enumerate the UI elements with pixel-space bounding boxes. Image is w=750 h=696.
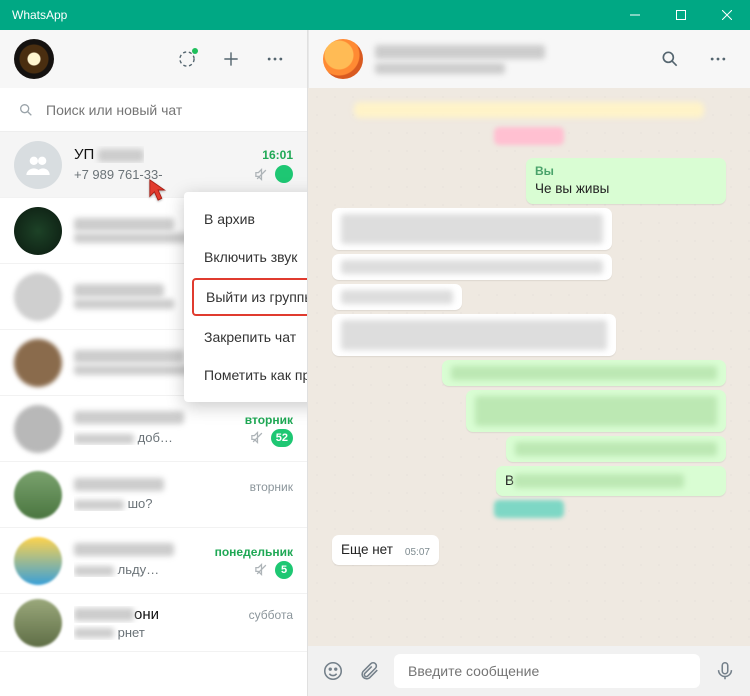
menu-item-archive[interactable]: В архив	[184, 200, 307, 238]
message-in[interactable]	[332, 284, 462, 310]
chat-time: понедельник	[215, 545, 293, 559]
context-menu: В архив Включить звук Выйти из группы За…	[184, 192, 307, 402]
chat-item[interactable]: вторник доб… 52	[0, 396, 307, 462]
chat-avatar	[14, 207, 62, 255]
menu-item-unmute[interactable]: Включить звук	[184, 238, 307, 276]
messages-area[interactable]: Вы Че вы живы В Еще нет 05:07	[308, 88, 750, 646]
chat-time: вторник	[245, 413, 293, 427]
chat-time: суббота	[249, 608, 293, 622]
sidebar: УП 16:01 +7 989 761-33-	[0, 30, 308, 696]
date-pill	[494, 500, 564, 518]
unread-badge	[275, 165, 293, 183]
unread-badge: 52	[271, 429, 293, 447]
app-name: WhatsApp	[12, 8, 67, 22]
emoji-icon[interactable]	[322, 660, 344, 682]
chat-time: 16:01	[262, 148, 293, 162]
search-input[interactable]	[46, 102, 295, 118]
status-dot-icon	[192, 48, 198, 54]
status-icon[interactable]	[169, 41, 205, 77]
window-close-button[interactable]	[704, 0, 750, 30]
search-icon	[18, 102, 34, 118]
window-minimize-button[interactable]	[612, 0, 658, 30]
chat-avatar	[14, 405, 62, 453]
chat-item[interactable]: онисуббота рнет	[0, 594, 307, 652]
message-in[interactable]: Еще нет 05:07	[332, 535, 439, 565]
conversation-avatar[interactable]	[323, 39, 363, 79]
conversation-panel: Вы Че вы живы В Еще нет 05:07	[308, 30, 750, 696]
chat-name: УП	[74, 146, 94, 163]
menu-item-exit-group[interactable]: Выйти из группы	[192, 278, 307, 316]
conversation-search-button[interactable]	[652, 41, 688, 77]
mic-icon[interactable]	[714, 660, 736, 682]
search-row[interactable]	[0, 88, 307, 132]
chat-time: вторник	[250, 480, 293, 494]
chat-item[interactable]: понедельник льду… 5	[0, 528, 307, 594]
muted-icon	[250, 430, 265, 445]
conversation-more-button[interactable]	[700, 41, 736, 77]
message-out[interactable]	[466, 390, 726, 432]
message-out[interactable]: Вы Че вы живы	[526, 158, 726, 204]
message-author: Вы	[535, 164, 717, 178]
message-text: Че вы живы	[535, 181, 609, 196]
message-text: Еще нет	[341, 542, 393, 557]
attach-icon[interactable]	[358, 660, 380, 682]
chat-item[interactable]: вторник шо?	[0, 462, 307, 528]
chat-avatar	[14, 273, 62, 321]
message-out[interactable]	[506, 436, 726, 462]
muted-icon	[254, 562, 269, 577]
my-avatar[interactable]	[14, 39, 54, 79]
window-titlebar: WhatsApp	[0, 0, 750, 30]
date-pill	[494, 127, 564, 145]
sidebar-header	[0, 30, 307, 88]
muted-icon	[254, 167, 269, 182]
chat-avatar	[14, 599, 62, 647]
cursor-pointer-icon	[148, 178, 170, 207]
conversation-title	[375, 45, 640, 74]
more-menu-button[interactable]	[257, 41, 293, 77]
chat-avatar	[14, 141, 62, 189]
message-time: 05:07	[405, 547, 430, 558]
message-in[interactable]	[332, 208, 612, 250]
unread-badge: 5	[275, 561, 293, 579]
chat-avatar	[14, 339, 62, 387]
message-out[interactable]: В	[496, 466, 726, 496]
message-input[interactable]	[394, 654, 700, 688]
menu-item-mark-read[interactable]: Пометить как прочитанный	[184, 356, 307, 394]
chat-list: УП 16:01 +7 989 761-33-	[0, 132, 307, 696]
new-chat-button[interactable]	[213, 41, 249, 77]
chat-avatar	[14, 537, 62, 585]
message-in[interactable]	[332, 254, 612, 280]
chat-avatar	[14, 471, 62, 519]
conversation-header[interactable]	[308, 30, 750, 88]
menu-item-pin[interactable]: Закрепить чат	[184, 318, 307, 356]
message-out[interactable]	[442, 360, 726, 386]
composer	[308, 646, 750, 696]
window-maximize-button[interactable]	[658, 0, 704, 30]
message-in[interactable]	[332, 314, 616, 356]
